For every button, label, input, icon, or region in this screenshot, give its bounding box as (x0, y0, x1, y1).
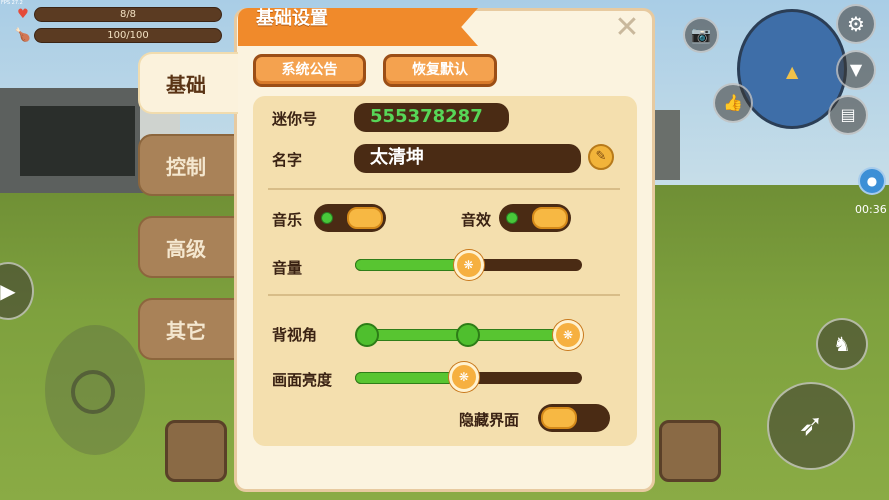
hide-ui-label: 隐藏界面 (459, 411, 520, 429)
name-field[interactable]: 太清坤 (354, 144, 581, 173)
jump-icon[interactable]: ➶ (767, 382, 855, 470)
player-arrow-icon: ▲ (786, 62, 799, 81)
pencil-icon[interactable]: ✎ (588, 144, 614, 170)
sound-effects-label: 音效 (461, 211, 492, 229)
toggle-knob (532, 207, 568, 229)
paw-handle-icon[interactable]: ❋ (553, 320, 583, 350)
notebook-icon[interactable]: ▤ (828, 95, 868, 135)
health-bar-row: ♥ 8/8 (12, 5, 222, 23)
camera-icon[interactable]: 📷 (683, 17, 719, 53)
heart-icon: ♥ (17, 6, 29, 22)
panel-title: 基础设置 (256, 8, 328, 29)
close-icon[interactable]: ✕ (611, 12, 643, 44)
sound-effects-toggle[interactable] (499, 204, 571, 232)
volume-fill (355, 259, 469, 271)
music-toggle[interactable] (314, 204, 386, 232)
divider (268, 188, 620, 190)
tab-basic[interactable]: 基础 (138, 52, 238, 114)
record-icon[interactable]: ● (858, 167, 886, 195)
reset-defaults-button[interactable]: 恢复默认 (383, 54, 497, 87)
music-label: 音乐 (272, 211, 303, 229)
gear-icon[interactable]: ⚙ (836, 4, 876, 44)
tab-control[interactable]: 控制 (138, 134, 236, 196)
paw-handle-icon[interactable]: ❋ (453, 250, 484, 280)
stone-building (0, 88, 150, 193)
thumbs-up-icon[interactable]: 👍 (713, 83, 753, 123)
id-label: 迷你号 (272, 110, 318, 128)
view-step-node[interactable] (456, 323, 480, 347)
hotbar-slot-avatar[interactable] (165, 420, 227, 482)
on-indicator (506, 212, 518, 224)
paw-handle-icon[interactable]: ❋ (448, 362, 479, 392)
dropdown-icon[interactable]: ▼ (836, 50, 876, 90)
toggle-knob (347, 207, 383, 229)
volume-label: 音量 (272, 259, 303, 277)
joystick-knob[interactable] (71, 370, 115, 414)
id-value: 555378287 (354, 103, 509, 132)
hunger-bar: 100/100 (34, 27, 222, 43)
view-angle-label: 背视角 (272, 326, 318, 344)
toggle-knob (541, 407, 577, 429)
crouch-icon[interactable]: ♞ (816, 318, 868, 370)
timer: 00:36 (855, 203, 887, 216)
tab-advanced[interactable]: 高级 (138, 216, 236, 278)
hotbar-slot-backpack[interactable] (659, 420, 721, 482)
announcement-button[interactable]: 系统公告 (253, 54, 366, 87)
movement-joystick[interactable] (45, 325, 145, 455)
hunger-bar-row: 🍗 100/100 (12, 26, 222, 44)
divider (268, 294, 620, 296)
hide-ui-toggle[interactable] (538, 404, 610, 432)
health-bar: 8/8 (34, 6, 222, 22)
view-step-node[interactable] (355, 323, 379, 347)
brightness-label: 画面亮度 (272, 371, 333, 389)
tab-other[interactable]: 其它 (138, 298, 236, 360)
name-label: 名字 (272, 151, 303, 169)
drumstick-icon: 🍗 (14, 27, 32, 43)
on-indicator (321, 212, 333, 224)
brightness-fill (355, 372, 464, 384)
